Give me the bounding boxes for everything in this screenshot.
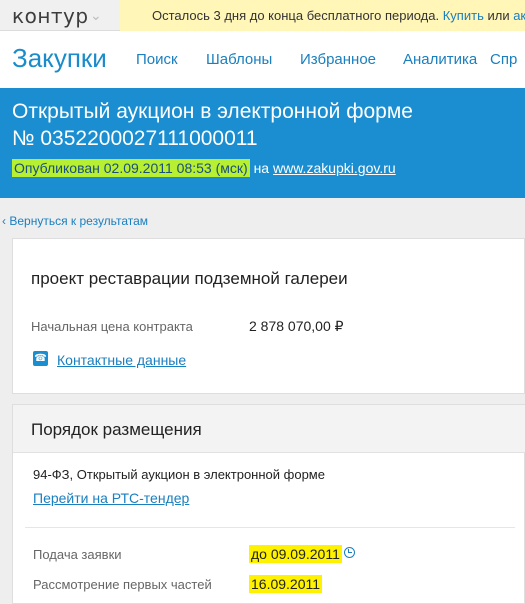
placement-header: Порядок размещения bbox=[13, 405, 525, 453]
or-text: или bbox=[487, 8, 510, 23]
contacts-link[interactable]: Контактные данные bbox=[57, 352, 186, 368]
tender-summary-card: проект реставрации подземной галереи Нач… bbox=[12, 238, 525, 394]
nav-favorites[interactable]: Избранное bbox=[300, 51, 376, 68]
kontur-logo[interactable]: контур bbox=[12, 4, 89, 28]
published-info: Опубликован 02.09.2011 08:53 (мск) на ww… bbox=[12, 159, 396, 177]
nav-analytics[interactable]: Аналитика bbox=[403, 51, 477, 68]
submission-date: до 09.09.2011 bbox=[249, 545, 342, 563]
placement-title: Порядок размещения bbox=[31, 420, 202, 439]
app-title[interactable]: Закупки bbox=[12, 43, 107, 74]
published-date: Опубликован 02.09.2011 08:53 (мск) bbox=[12, 159, 250, 177]
auction-number: № 0352200027111000011 bbox=[12, 127, 258, 150]
first-parts-date-value: 16.09.2011 bbox=[249, 575, 323, 593]
chevron-down-icon[interactable]: ⌄ bbox=[90, 7, 102, 24]
tender-subject: проект реставрации подземной галереи bbox=[31, 269, 348, 288]
nav-search[interactable]: Поиск bbox=[136, 51, 178, 68]
placement-card: Порядок размещения 94-ФЗ, Открытый аукци… bbox=[12, 404, 525, 604]
nav-templates[interactable]: Шаблоны bbox=[206, 51, 272, 68]
submission-label: Подача заявки bbox=[33, 547, 122, 562]
law-text: 94-ФЗ, Открытый аукцион в электронной фо… bbox=[33, 467, 325, 482]
clock-icon[interactable] bbox=[344, 547, 355, 558]
price-label: Начальная цена контракта bbox=[31, 319, 193, 334]
trial-more-link[interactable]: ак bbox=[513, 8, 525, 23]
price-value: 2 878 070,00 ₽ bbox=[249, 318, 344, 334]
on-text: на bbox=[253, 160, 270, 176]
back-arrow-icon: ‹ bbox=[2, 214, 6, 228]
main-nav: Закупки Поиск Шаблоны Избранное Аналитик… bbox=[0, 31, 525, 88]
first-parts-label: Рассмотрение первых частей bbox=[33, 577, 212, 592]
rts-tender-link[interactable]: Перейти на РТС-тендер bbox=[33, 490, 189, 506]
trial-text: Осталось 3 дня до конца бесплатного пери… bbox=[152, 8, 440, 23]
buy-link[interactable]: Купить bbox=[443, 8, 484, 23]
back-link[interactable]: ‹ Вернуться к результатам bbox=[2, 214, 148, 228]
zakupki-link[interactable]: www.zakupki.gov.ru bbox=[273, 160, 396, 176]
nav-reference[interactable]: Спр bbox=[490, 51, 517, 68]
first-parts-date: 16.09.2011 bbox=[249, 575, 323, 593]
auction-header: Открытый аукцион в электронной форме № 0… bbox=[0, 88, 525, 198]
auction-type: Открытый аукцион в электронной форме bbox=[12, 100, 413, 123]
submission-date-value: до 09.09.2011 bbox=[249, 545, 342, 563]
phone-icon: ☎ bbox=[33, 351, 48, 366]
trial-banner: Осталось 3 дня до конца бесплатного пери… bbox=[120, 0, 525, 31]
auction-title: Открытый аукцион в электронной форме № 0… bbox=[12, 98, 512, 152]
divider bbox=[25, 527, 515, 528]
top-bar: контур ⌄ Осталось 3 дня до конца бесплат… bbox=[0, 0, 525, 31]
back-link-label: Вернуться к результатам bbox=[9, 214, 149, 228]
